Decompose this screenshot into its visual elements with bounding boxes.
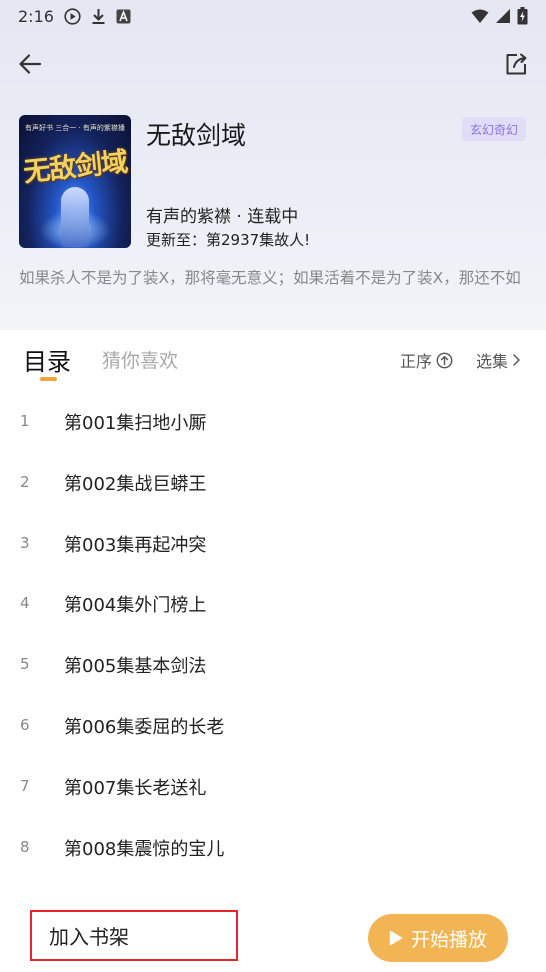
tab-recommend[interactable]: 猜你喜欢	[102, 346, 178, 373]
genre-tag[interactable]: 玄幻奇幻	[462, 117, 526, 141]
episode-number: 3	[20, 533, 30, 552]
episode-row[interactable]: 6 第006集委屈的长老	[0, 696, 546, 757]
episode-row[interactable]: 5 第005集基本剑法	[0, 635, 546, 696]
episode-title: 第003集再起冲突	[64, 534, 207, 556]
episode-row[interactable]: 3 第003集再起冲突	[0, 514, 546, 575]
tab-active-indicator	[40, 377, 57, 381]
episode-row[interactable]: 1 第001集扫地小厮	[0, 392, 546, 453]
cover-tagline: 有声好书 三合一 · 有声的紫襟播出作品	[25, 124, 125, 132]
episode-title: 第001集扫地小厮	[64, 413, 207, 434]
play-circle-icon	[64, 7, 81, 25]
episode-number: 4	[20, 594, 30, 613]
update-status: 更新至：第2937集故人!	[146, 231, 311, 249]
episode-title: 第007集长老送礼	[64, 777, 207, 799]
episode-number: 1	[20, 412, 30, 430]
start-play-label: 开始播放	[410, 928, 487, 951]
episode-title: 第006集委屈的长老	[64, 716, 225, 738]
select-episode-button[interactable]: 选集	[476, 348, 521, 372]
add-to-bookshelf-label: 加入书架	[49, 925, 129, 949]
cover-figure	[61, 187, 89, 247]
episode-title: 第004集外门榜上	[64, 595, 207, 617]
status-bar: 2:16	[0, 0, 546, 32]
episode-row[interactable]: 8 第008集震惊的宝儿	[0, 818, 546, 879]
a-box-icon	[116, 9, 131, 24]
sort-order-label: 正序	[400, 352, 433, 371]
episode-number: 7	[20, 776, 30, 795]
author-status[interactable]: 有声的紫襟 · 连载中	[146, 202, 298, 227]
play-icon	[389, 930, 403, 946]
back-button[interactable]	[16, 50, 44, 78]
episode-title: 第002集战巨蟒王	[64, 473, 207, 495]
episode-title: 第008集震惊的宝儿	[64, 838, 225, 860]
add-to-bookshelf-button[interactable]: 加入书架	[30, 910, 238, 961]
signal-icon	[495, 8, 511, 24]
episode-row[interactable]: 7 第007集长老送礼	[0, 757, 546, 818]
start-play-button[interactable]: 开始播放	[368, 914, 508, 962]
episode-row[interactable]: 4 第004集外门榜上	[0, 574, 546, 635]
battery-charging-icon	[517, 7, 528, 25]
episode-number: 2	[20, 472, 30, 491]
status-time: 2:16	[18, 6, 54, 26]
episode-number: 5	[20, 655, 30, 674]
arrow-left-icon	[19, 54, 42, 74]
episode-number: 8	[20, 837, 30, 856]
arrow-up-circle-icon	[436, 352, 453, 368]
download-icon	[91, 8, 106, 25]
share-icon	[506, 53, 527, 75]
select-episode-label: 选集	[476, 352, 509, 371]
chevron-right-icon	[513, 354, 520, 366]
episode-number: 6	[20, 715, 30, 734]
sort-order-button[interactable]: 正序	[400, 348, 453, 372]
book-title: 无敌剑域	[146, 121, 247, 150]
book-description[interactable]: 如果杀人不是为了装X，那将毫无意义；如果活着不是为了装X，那还不如	[19, 266, 531, 291]
share-button[interactable]	[502, 50, 530, 78]
wifi-icon	[471, 9, 489, 24]
episode-title: 第005集基本剑法	[64, 656, 207, 678]
cover-title: 无敌剑域	[21, 146, 129, 189]
tab-catalog[interactable]: 目录	[23, 342, 71, 377]
episode-list: 1 第001集扫地小厮 2 第002集战巨蟒王 3 第003集再起冲突 4 第0…	[0, 392, 546, 878]
book-cover[interactable]: 有声好书 三合一 · 有声的紫襟播出作品 无敌剑域	[19, 115, 131, 248]
episode-row[interactable]: 2 第002集战巨蟒王	[0, 453, 546, 514]
